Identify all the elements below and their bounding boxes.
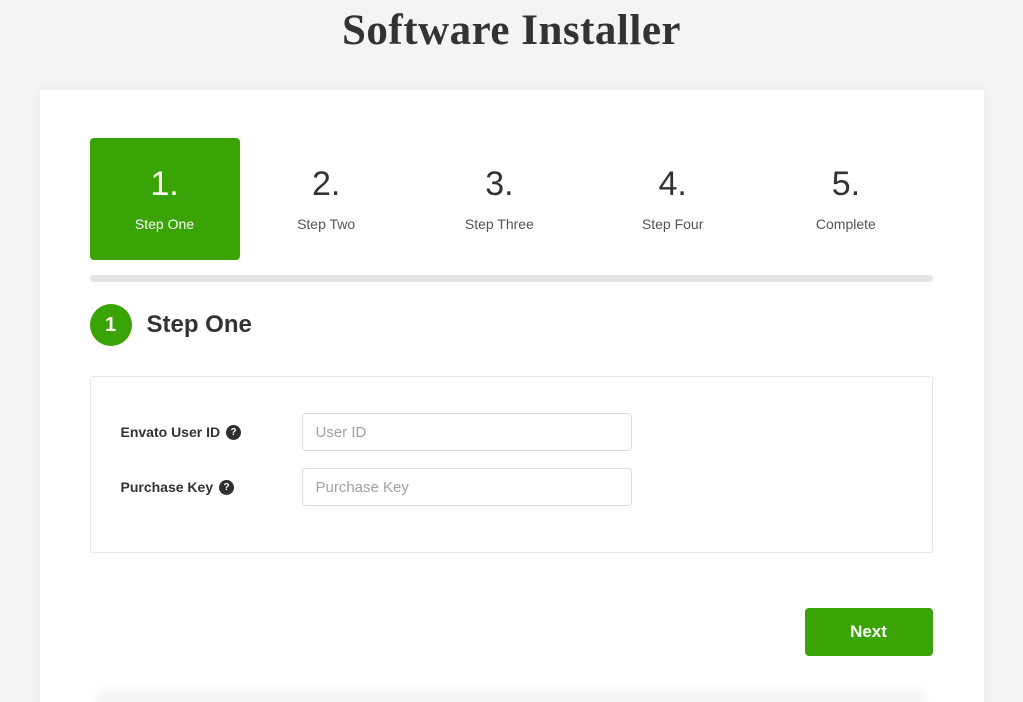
step-one-form-panel: Envato User ID ? Purchase Key ? [90, 376, 933, 553]
step-label: Step One [135, 216, 194, 232]
step-number: 5. [832, 166, 860, 203]
section-title: Step One [147, 311, 252, 339]
step-number: 4. [658, 166, 686, 203]
step-label: Complete [816, 216, 876, 232]
actions-bar: Next [90, 608, 933, 656]
step-label: Step Four [642, 216, 703, 232]
next-button[interactable]: Next [805, 608, 933, 656]
envato-user-id-label: Envato User ID ? [121, 424, 302, 440]
step-one-badge: 1 [90, 304, 132, 346]
purchase-key-input[interactable] [302, 468, 632, 506]
envato-user-id-label-text: Envato User ID [121, 424, 221, 440]
purchase-key-label-text: Purchase Key [121, 479, 214, 495]
section-heading: 1 Step One [90, 304, 933, 346]
progress-track [90, 275, 933, 282]
step-label: Step Three [465, 216, 534, 232]
installer-card: 1. Step One 2. Step Two 3. Step Three 4.… [40, 90, 984, 702]
step-number: 1. [150, 166, 178, 203]
help-circle-icon[interactable]: ? [226, 425, 241, 440]
step-number: 3. [485, 166, 513, 203]
page-title: Software Installer [0, 0, 1023, 55]
wizard-step-two[interactable]: 2. Step Two [240, 138, 413, 260]
wizard-step-three[interactable]: 3. Step Three [413, 138, 586, 260]
step-label: Step Two [297, 216, 355, 232]
wizard-step-complete[interactable]: 5. Complete [759, 138, 932, 260]
step-wizard: 1. Step One 2. Step Two 3. Step Three 4.… [90, 138, 933, 260]
form-row-envato-user-id: Envato User ID ? [121, 413, 902, 451]
next-section-peek-panel [97, 688, 925, 702]
purchase-key-label: Purchase Key ? [121, 479, 302, 495]
wizard-step-one[interactable]: 1. Step One [90, 138, 240, 260]
help-circle-icon[interactable]: ? [219, 480, 234, 495]
wizard-step-four[interactable]: 4. Step Four [586, 138, 759, 260]
step-number: 2. [312, 166, 340, 203]
envato-user-id-input[interactable] [302, 413, 632, 451]
form-row-purchase-key: Purchase Key ? [121, 468, 902, 506]
